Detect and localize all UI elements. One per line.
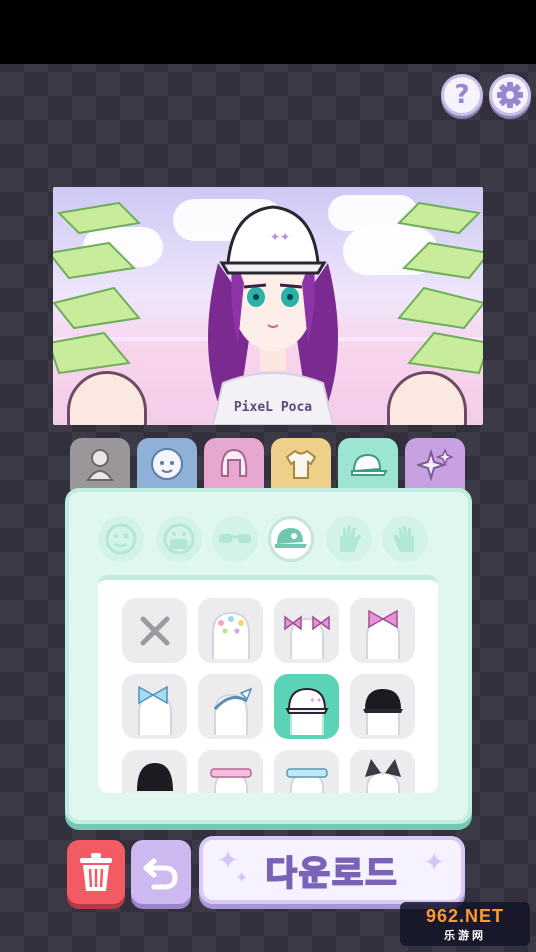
items-grid: ✦✦ <box>98 575 438 793</box>
pink-visor-icon <box>209 767 252 793</box>
sparkle-icon: ✦ <box>235 868 249 887</box>
tab-hair[interactable] <box>204 438 264 490</box>
face-sticker-icon <box>105 523 137 555</box>
cap-icon <box>351 453 388 476</box>
item-cat-ears[interactable] <box>350 750 415 793</box>
tab-clothes[interactable] <box>271 438 331 490</box>
site-watermark: 962.NET 乐游网 <box>400 902 530 946</box>
item-black-cap[interactable] <box>350 674 415 739</box>
palm-tree-right <box>396 201 483 375</box>
white-cap-icon: ✦✦ <box>284 687 329 735</box>
delete-button[interactable] <box>67 840 125 904</box>
shirt-text: PixeL Poca <box>233 400 313 415</box>
tab-effects[interactable] <box>405 438 465 490</box>
tab-accessories[interactable] <box>338 438 398 492</box>
blue-visor-icon <box>285 767 328 793</box>
svg-text:✦✦: ✦✦ <box>309 696 323 705</box>
character-preview: ✦✦ PixeL Poca <box>53 187 483 425</box>
subcat-hats[interactable] <box>268 516 314 562</box>
pink-bow-icon <box>365 609 400 659</box>
cap-icon <box>275 528 307 548</box>
blue-bow-icon <box>137 685 172 735</box>
watermark-line1: 962.NET <box>425 905 505 926</box>
character-avatar: ✦✦ <box>208 205 338 425</box>
undo-icon <box>143 858 178 890</box>
black-beanie-icon <box>136 762 173 791</box>
close-icon <box>140 616 169 645</box>
item-none[interactable] <box>122 598 187 663</box>
settings-button[interactable] <box>489 74 531 116</box>
item-white-cap[interactable]: ✦✦ <box>274 674 339 739</box>
shirt-icon <box>285 449 317 479</box>
left-hand-icon <box>340 526 361 552</box>
item-sparkle-clips[interactable] <box>198 598 263 663</box>
cat-ears-icon <box>364 758 401 793</box>
sparkle-clips-icon <box>211 611 250 659</box>
svg-text:✦✦: ✦✦ <box>270 230 290 244</box>
item-blue-bow[interactable] <box>122 674 187 739</box>
mask-icon <box>163 523 195 555</box>
gear-icon <box>497 82 523 108</box>
hair-icon <box>220 448 248 477</box>
subcat-mask[interactable] <box>156 516 202 562</box>
pink-bows-icon <box>283 615 330 659</box>
palm-tree-left <box>53 201 142 375</box>
headband-icon <box>213 687 252 735</box>
item-black-beanie[interactable] <box>122 750 187 793</box>
item-pink-visor[interactable] <box>198 750 263 793</box>
subcat-glasses[interactable] <box>212 516 258 562</box>
download-button[interactable]: ✦ ✦ 다운로드 ✦ <box>199 836 465 904</box>
watermark-line2: 乐游网 <box>444 928 486 942</box>
black-cap-icon <box>362 688 403 735</box>
subcat-right-hand[interactable] <box>382 516 428 562</box>
sparkle-icon: ✦ <box>423 848 445 878</box>
status-bar <box>0 0 536 64</box>
subcat-face-sticker[interactable] <box>98 516 144 562</box>
category-tabs <box>70 438 468 492</box>
download-label: 다운로드 <box>264 853 399 895</box>
help-button[interactable]: ? <box>441 74 483 116</box>
item-headband[interactable] <box>198 674 263 739</box>
item-blue-visor[interactable] <box>274 750 339 793</box>
tab-face[interactable] <box>137 438 197 490</box>
glasses-icon <box>219 534 251 543</box>
subcat-left-hand[interactable] <box>326 516 372 562</box>
help-icon: ? <box>454 80 470 110</box>
silhouette-icon <box>86 449 114 481</box>
tab-body[interactable] <box>70 438 130 490</box>
item-pink-bow[interactable] <box>350 598 415 663</box>
sparkle-icon <box>417 447 453 482</box>
undo-button[interactable] <box>131 840 191 904</box>
item-pink-bows-pair[interactable] <box>274 598 339 663</box>
face-icon <box>151 448 183 480</box>
right-hand-icon <box>393 526 414 552</box>
trash-icon <box>80 853 112 891</box>
